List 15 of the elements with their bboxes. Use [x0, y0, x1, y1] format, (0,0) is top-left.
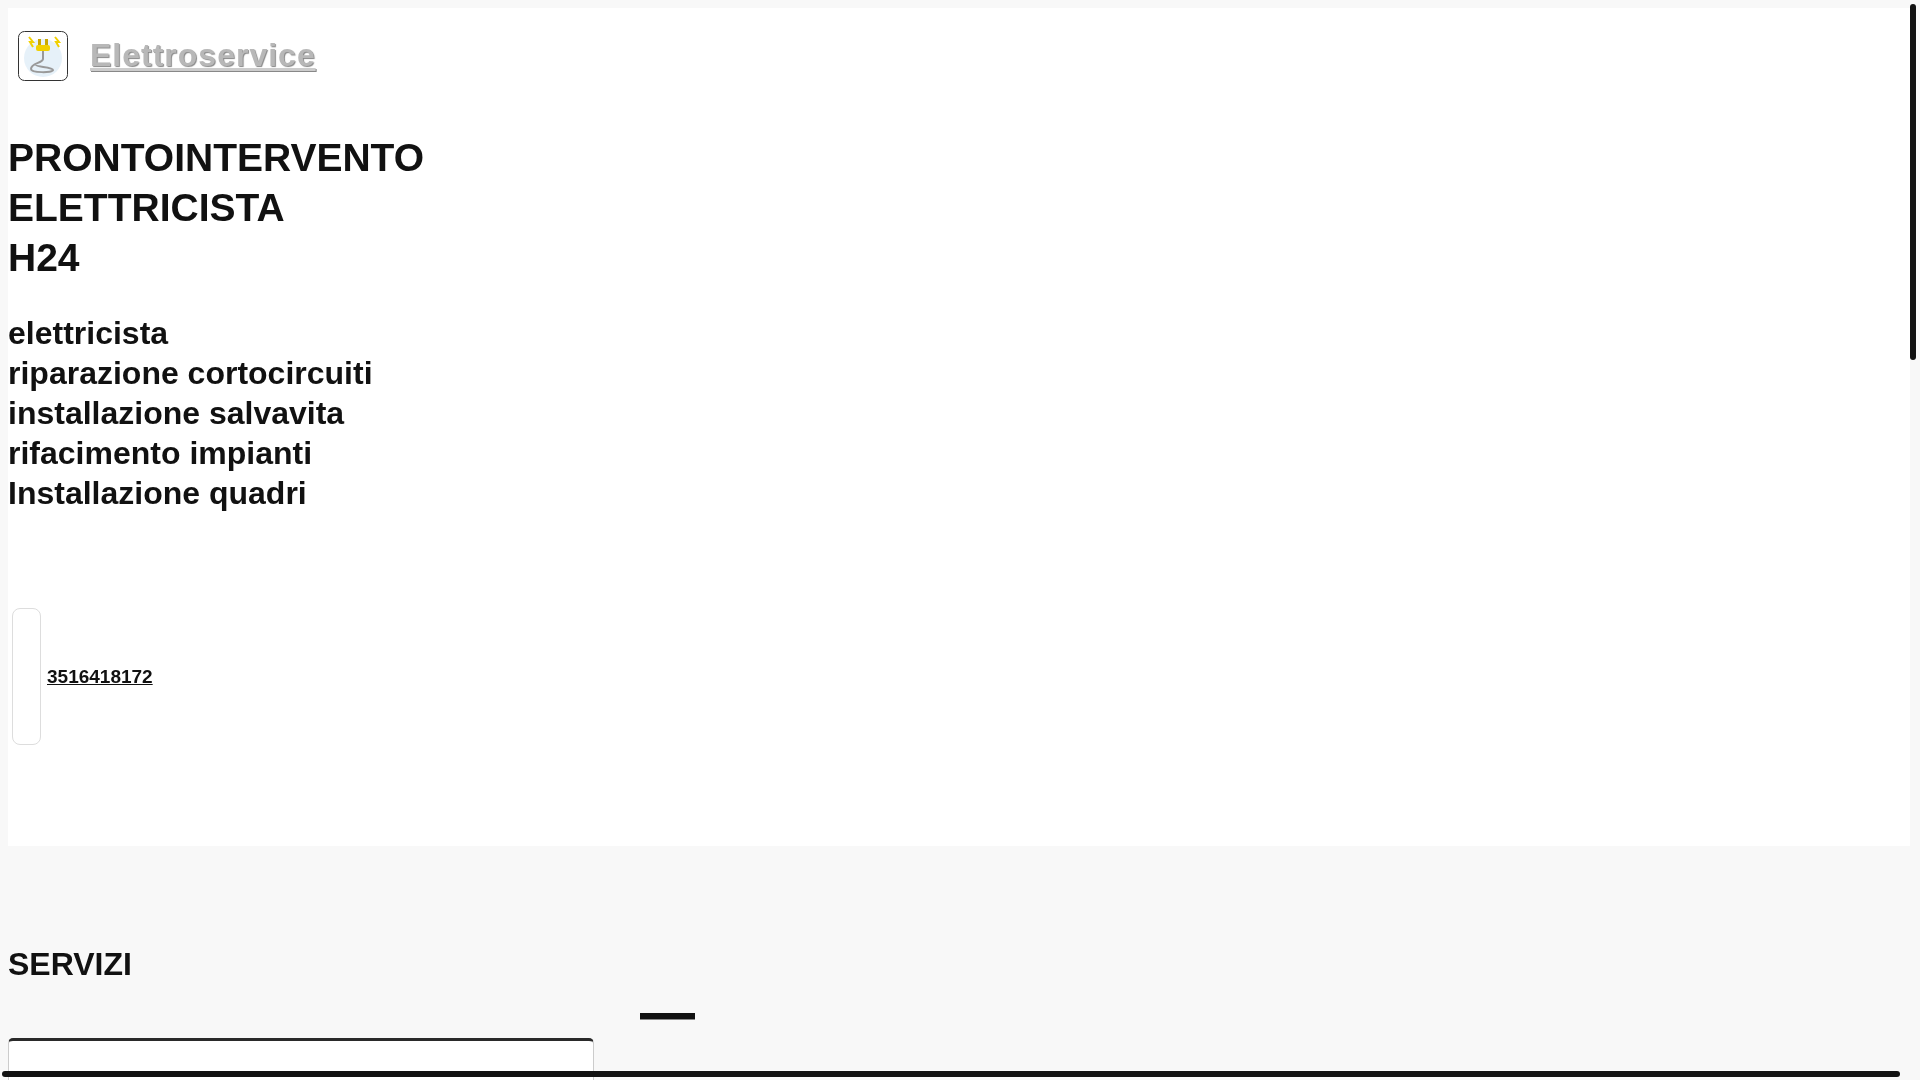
service-name: rifacimento impianti: [8, 434, 313, 473]
call-button[interactable]: [12, 608, 41, 745]
section-title: SERVIZI: [8, 946, 133, 983]
plug-logo-icon[interactable]: [18, 30, 68, 81]
service-name: installazione salvavita: [8, 394, 345, 433]
hero-title-line: H24: [8, 235, 81, 281]
service-name: Installazione quadri: [8, 474, 307, 513]
service-name: elettricista: [8, 314, 169, 353]
hero-title-line: ELETTRICISTA: [8, 185, 286, 231]
phone-link[interactable]: 3516418172: [47, 665, 153, 688]
vertical-scrollbar[interactable]: [1910, 4, 1916, 360]
horizontal-scrollbar[interactable]: [2, 1071, 1900, 1077]
divider-bar: [640, 1013, 695, 1020]
service-name: riparazione cortocircuiti: [8, 354, 373, 393]
hero-title-line: PRONTOINTERVENTO: [8, 135, 426, 181]
